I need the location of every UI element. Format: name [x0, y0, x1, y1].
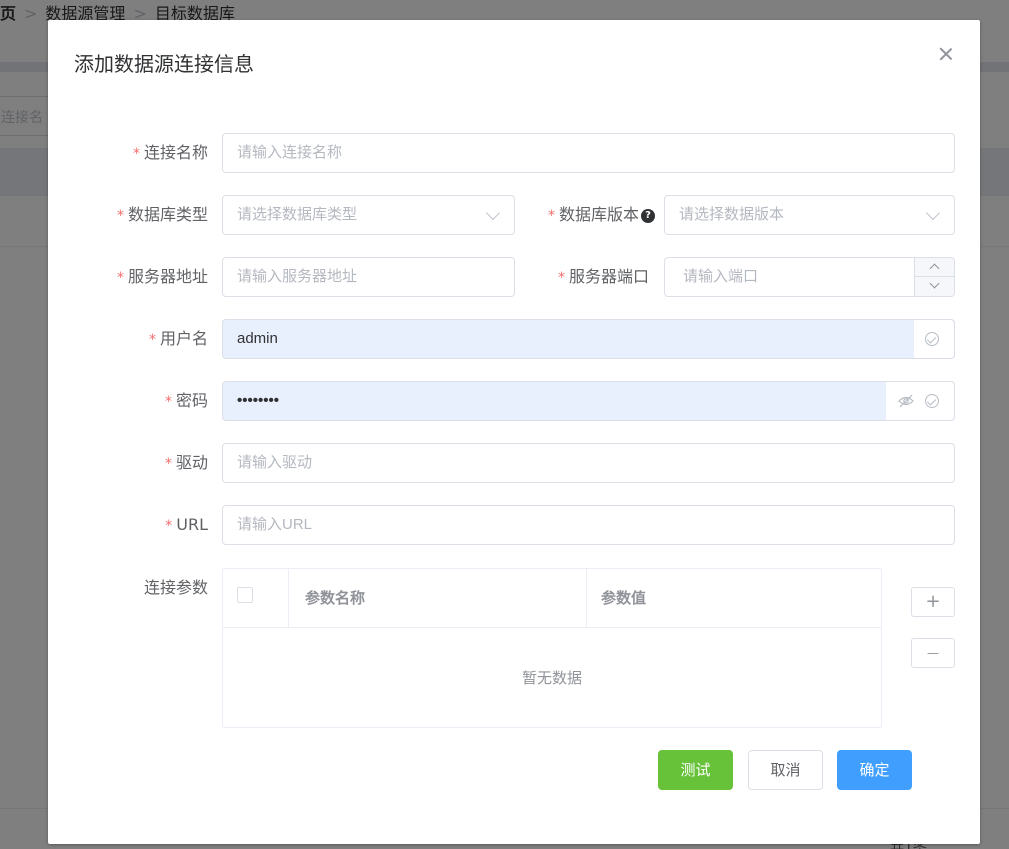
port-increase-button[interactable] — [914, 258, 954, 277]
add-param-button[interactable]: + — [911, 587, 955, 617]
username-value: admin — [237, 330, 278, 347]
param-name-header: 参数名称 — [305, 589, 366, 607]
required-mark: * — [132, 146, 140, 162]
password-value: •••••••• — [237, 392, 280, 409]
required-mark: * — [116, 208, 124, 224]
db-type-select[interactable]: 请选择数据库类型 — [222, 195, 515, 235]
port-placeholder: 请输入端口 — [683, 268, 759, 285]
host-label: * 服务器地址 — [116, 267, 208, 286]
driver-placeholder: 请输入驱动 — [237, 454, 313, 471]
chevron-down-icon — [929, 278, 940, 289]
required-mark: * — [164, 394, 172, 410]
driver-label: * 驱动 — [164, 453, 208, 472]
name-label: * 连接名称 — [132, 143, 208, 162]
chevron-up-icon — [929, 263, 940, 274]
password-suffix — [886, 382, 954, 420]
circle-check-icon — [925, 332, 939, 346]
empty-text: 暂无数据 — [521, 669, 582, 687]
required-mark: * — [164, 456, 172, 472]
port-label: * 服务器端口 — [557, 267, 649, 286]
port-decrease-button[interactable] — [914, 277, 954, 296]
url-label: * URL — [165, 515, 208, 534]
chevron-down-icon — [485, 205, 501, 221]
eye-off-icon[interactable] — [898, 394, 914, 408]
db-version-placeholder: 请选择数据版本 — [679, 206, 785, 223]
chevron-down-icon — [925, 205, 941, 221]
url-placeholder: 请输入URL — [237, 516, 313, 533]
required-mark: * — [148, 332, 156, 348]
driver-input[interactable]: 请输入驱动 — [222, 443, 955, 483]
password-label: * 密码 — [164, 391, 208, 410]
db-version-label: * 数据库版本? — [548, 195, 655, 235]
password-input[interactable]: •••••••• — [222, 381, 955, 421]
column-divider — [288, 569, 289, 628]
params-table-header: 参数名称 参数值 — [223, 569, 881, 628]
confirm-button[interactable]: 确定 — [837, 750, 912, 790]
db-version-select[interactable]: 请选择数据版本 — [664, 195, 955, 235]
host-placeholder: 请输入服务器地址 — [237, 268, 358, 285]
db-type-label: * 数据库类型 — [116, 205, 208, 224]
cancel-button[interactable]: 取消 — [748, 750, 823, 790]
required-mark: * — [116, 270, 124, 286]
required-mark: * — [547, 208, 555, 224]
select-all-checkbox[interactable] — [237, 587, 253, 603]
test-button[interactable]: 测试 — [658, 750, 733, 790]
params-label: 连接参数 — [143, 578, 208, 597]
circle-check-icon — [925, 394, 939, 408]
connection-name-placeholder: 请输入连接名称 — [237, 144, 343, 161]
required-mark: * — [165, 518, 173, 534]
username-input[interactable]: admin — [222, 319, 955, 359]
required-mark: * — [557, 270, 565, 286]
column-divider — [586, 569, 587, 628]
url-input[interactable]: 请输入URL — [222, 505, 955, 545]
port-input[interactable]: 请输入端口 — [664, 257, 955, 297]
param-value-header: 参数值 — [601, 589, 647, 607]
params-table: 参数名称 参数值 暂无数据 — [222, 568, 882, 728]
close-icon[interactable] — [938, 46, 954, 62]
db-type-placeholder: 请选择数据库类型 — [237, 206, 358, 223]
connection-name-input[interactable]: 请输入连接名称 — [222, 133, 955, 173]
add-datasource-dialog: 添加数据源连接信息 * 连接名称 请输入连接名称 * 数据库类型 请选择数据库类型 … — [48, 20, 980, 844]
username-label: * 用户名 — [148, 329, 208, 348]
host-input[interactable]: 请输入服务器地址 — [222, 257, 515, 297]
help-icon[interactable]: ? — [641, 208, 655, 223]
remove-param-button[interactable]: — — [911, 638, 955, 668]
dialog-title: 添加数据源连接信息 — [74, 52, 254, 76]
